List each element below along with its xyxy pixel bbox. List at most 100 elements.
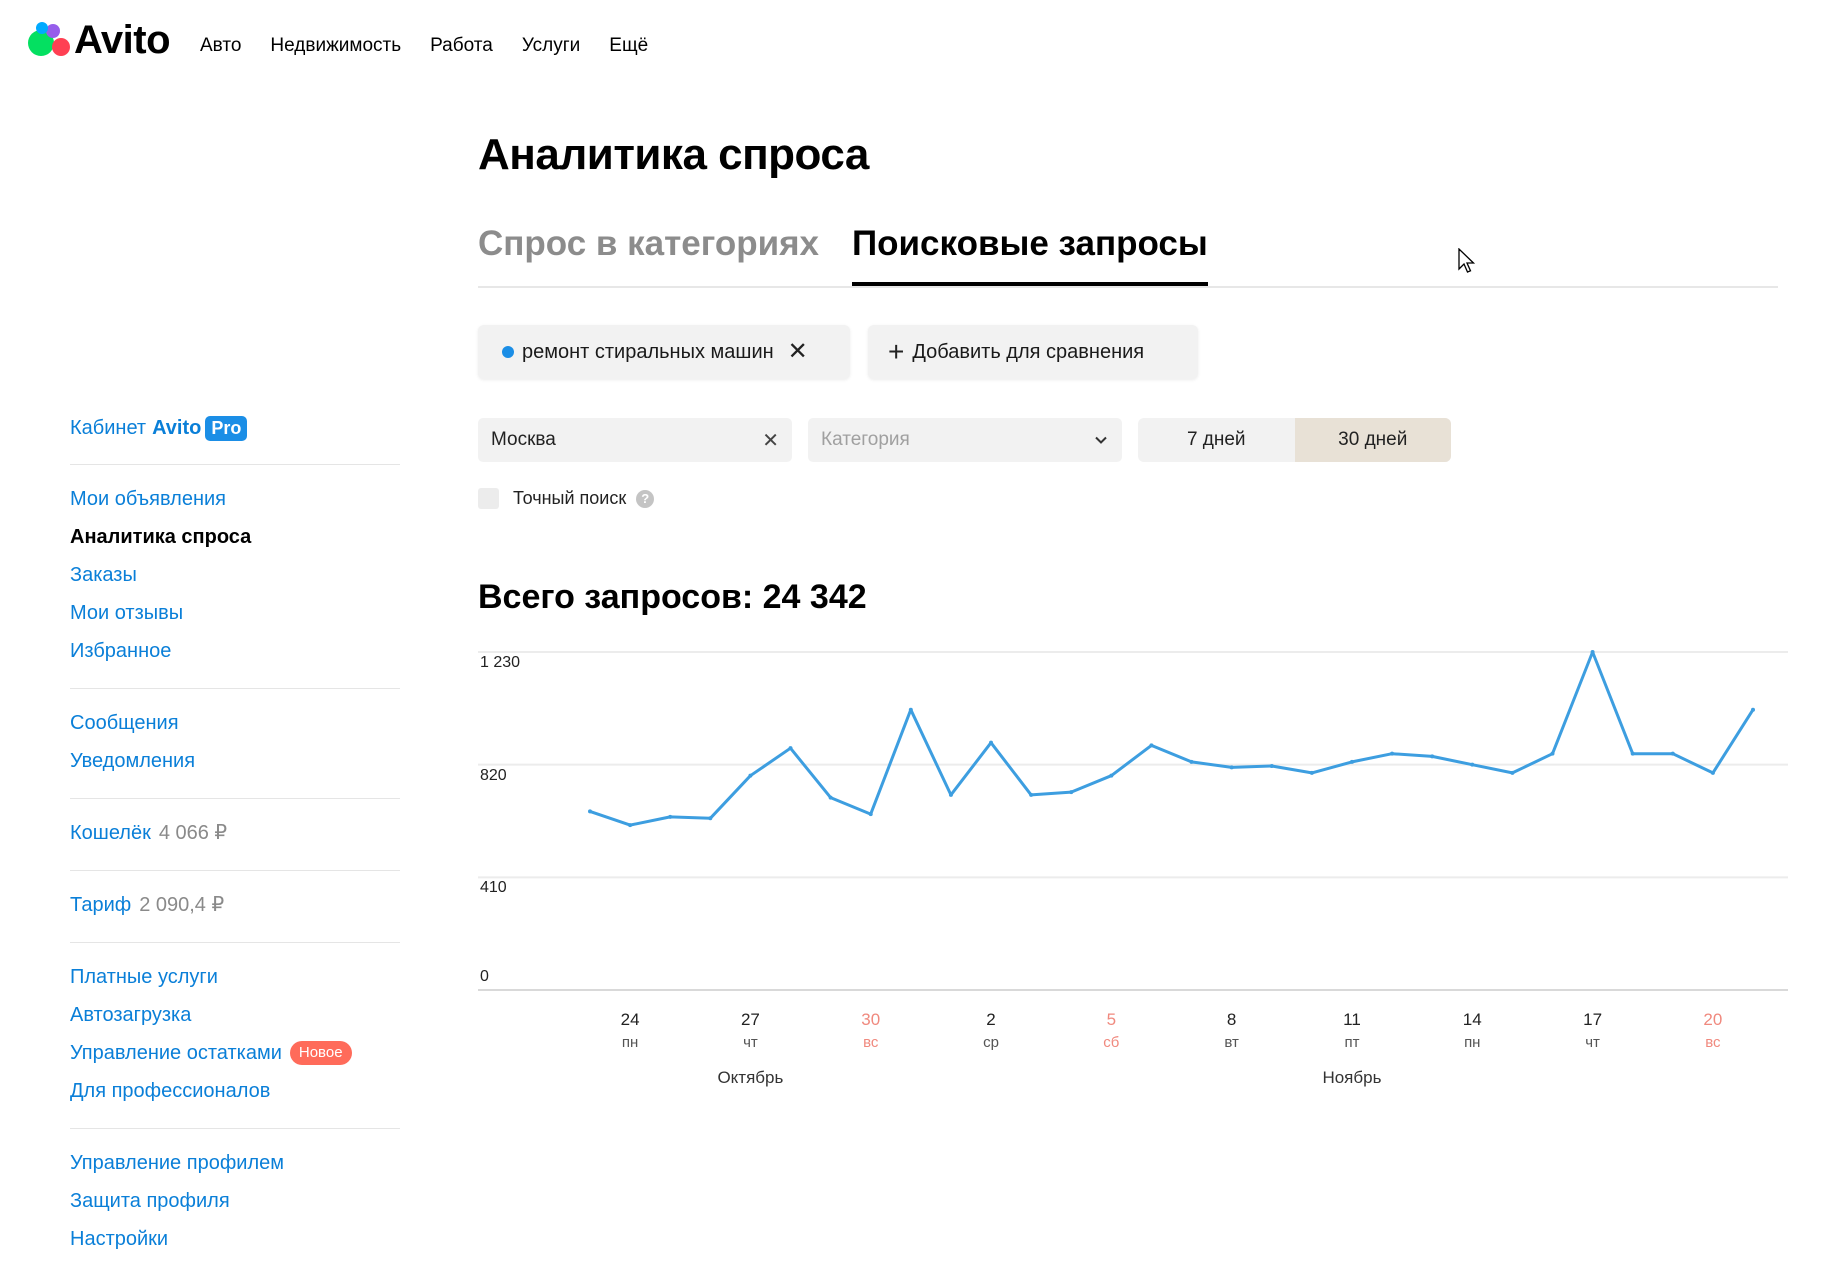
total-queries: Всего запросов: 24 342: [478, 578, 867, 617]
city-field[interactable]: Москва ✕: [478, 418, 792, 462]
new-badge: Новое: [289, 1041, 352, 1065]
period-30-days[interactable]: 30 дней: [1294, 418, 1451, 462]
sidebar-divider: [70, 464, 400, 465]
data-point: [1390, 751, 1395, 756]
sidebar-item-my-ads[interactable]: Мои объявления: [70, 480, 400, 518]
close-icon[interactable]: ✕: [788, 340, 808, 364]
x-tick-weekday: сб: [1103, 1034, 1120, 1051]
data-point: [1269, 764, 1274, 769]
avito-logo-icon: [28, 20, 70, 62]
tab-search-queries[interactable]: Поисковые запросы: [852, 224, 1208, 286]
sidebar-item-wallet[interactable]: Кошелёк 4 066 ₽: [70, 814, 400, 852]
logo-text: Avito: [74, 18, 171, 62]
sidebar-divider: [70, 688, 400, 689]
sidebar-item-for-pros[interactable]: Для профессионалов: [70, 1072, 400, 1110]
sidebar-divider: [70, 870, 400, 871]
nav-services[interactable]: Услуги: [522, 35, 580, 57]
sidebar-item-profile-management[interactable]: Управление профилем: [70, 1144, 400, 1182]
sidebar-item-paid-services[interactable]: Платные услуги: [70, 958, 400, 996]
data-point: [1510, 770, 1515, 775]
nav-more[interactable]: Ещё: [609, 35, 648, 57]
category-placeholder: Категория: [821, 429, 910, 450]
x-tick-day: 20: [1703, 1010, 1723, 1029]
y-tick-label: 0: [480, 968, 489, 985]
y-tick-label: 410: [480, 879, 507, 897]
mouse-cursor-icon: [1458, 248, 1476, 273]
top-nav: Авто Недвижимость Работа Услуги Ещё: [200, 35, 677, 57]
add-compare-label: Добавить для сравнения: [912, 340, 1145, 363]
exact-search-checkbox[interactable]: [478, 488, 499, 509]
cabinet-label: Кабинет: [70, 416, 147, 439]
data-point: [1751, 707, 1755, 712]
tariff-value: 2 090,4 ₽: [139, 894, 225, 916]
queries-line-chart: 0 410 820 1 230 24 пн 27 чт 30 вс 2 ср 5 сб 8 вт 11 пт 14 п…: [478, 640, 1788, 1100]
chevron-down-icon: [1095, 436, 1107, 444]
x-tick-weekday: чт: [1585, 1034, 1600, 1051]
x-tick-weekday: ср: [983, 1034, 999, 1051]
plus-icon: +: [888, 336, 905, 367]
total-label: Всего запросов:: [478, 578, 754, 616]
wallet-balance: 4 066 ₽: [158, 822, 228, 844]
data-point: [1430, 754, 1435, 759]
series-line: [589, 650, 1755, 827]
nav-auto[interactable]: Авто: [200, 35, 241, 57]
help-icon[interactable]: ?: [636, 489, 655, 508]
data-point: [1630, 751, 1635, 756]
nav-jobs[interactable]: Работа: [430, 35, 493, 57]
query-chip[interactable]: ремонт стиральных машин ✕: [478, 325, 850, 379]
x-tick-day: 30: [861, 1010, 881, 1029]
period-switch: 7 дней 30 дней: [1138, 418, 1451, 462]
add-compare-button[interactable]: + Добавить для сравнения: [868, 325, 1198, 379]
x-month-label: Октябрь: [717, 1068, 784, 1087]
data-point: [1670, 751, 1675, 756]
sidebar-divider: [70, 942, 400, 943]
sidebar-item-orders[interactable]: Заказы: [70, 556, 400, 594]
data-point: [1189, 759, 1194, 764]
data-point: [1590, 650, 1595, 654]
y-tick-label: 820: [480, 766, 507, 784]
period-7-days[interactable]: 7 дней: [1138, 418, 1295, 462]
avito-logo[interactable]: Avito: [28, 18, 171, 63]
sidebar-item-tariff[interactable]: Тариф 2 090,4 ₽: [70, 886, 400, 924]
sidebar-divider: [70, 1128, 400, 1129]
data-point: [1149, 743, 1154, 748]
cabinet-link[interactable]: Кабинет Avito Pro: [70, 410, 400, 446]
sidebar-item-demand-analytics[interactable]: Аналитика спроса: [70, 518, 400, 556]
sidebar-divider: [70, 798, 400, 799]
data-point: [1309, 770, 1314, 775]
category-select[interactable]: Категория: [808, 418, 1122, 462]
data-point: [908, 707, 913, 712]
data-point: [1069, 790, 1074, 795]
sidebar-item-autoload[interactable]: Автозагрузка: [70, 996, 400, 1034]
x-tick-day: 11: [1343, 1010, 1361, 1029]
x-tick-weekday: вс: [863, 1034, 879, 1051]
x-tick-day: 14: [1462, 1010, 1482, 1029]
wallet-label: Кошелёк: [70, 822, 151, 844]
data-point: [1550, 751, 1555, 756]
tabs: Спрос в категориях Поисковые запросы: [478, 220, 1778, 288]
stock-management-label: Управление остатками: [70, 1042, 282, 1064]
nav-realty[interactable]: Недвижимость: [270, 35, 401, 57]
tab-category-demand[interactable]: Спрос в категориях: [478, 224, 819, 264]
data-point: [788, 746, 793, 751]
sidebar-item-profile-protection[interactable]: Защита профиля: [70, 1182, 400, 1220]
data-point: [868, 812, 873, 817]
x-tick-day: 24: [620, 1010, 640, 1029]
data-point: [1470, 762, 1475, 767]
sidebar-item-messages[interactable]: Сообщения: [70, 704, 400, 742]
sidebar-item-stock-management[interactable]: Управление остатками Новое: [70, 1034, 400, 1072]
x-tick-day: 27: [740, 1010, 760, 1029]
sidebar: Кабинет Avito Pro Мои объявления Аналити…: [70, 410, 400, 1258]
x-tick-weekday: пт: [1344, 1034, 1360, 1051]
sidebar-item-settings[interactable]: Настройки: [70, 1220, 400, 1258]
top-header: Avito Авто Недвижимость Работа Услуги Ещ…: [0, 0, 1836, 90]
cabinet-brand: Avito: [152, 416, 202, 439]
x-tick-weekday: вс: [1705, 1034, 1721, 1051]
pro-badge: Pro: [205, 415, 248, 441]
sidebar-item-notifications[interactable]: Уведомления: [70, 742, 400, 780]
sidebar-item-favorites[interactable]: Избранное: [70, 632, 400, 670]
x-tick-day: 17: [1583, 1010, 1603, 1029]
data-point: [748, 773, 753, 778]
clear-city-icon[interactable]: ✕: [762, 428, 779, 453]
sidebar-item-reviews[interactable]: Мои отзывы: [70, 594, 400, 632]
